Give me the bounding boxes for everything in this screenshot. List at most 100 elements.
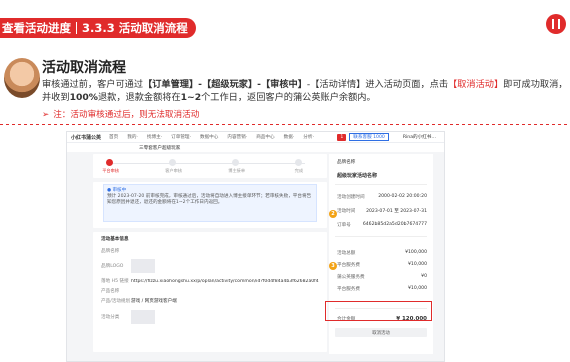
step-label: 客户审核 [165, 168, 183, 173]
order-summary-panel: 品牌名称 超级玩家活动名称 活动创建时间 2000-02-02 20:00:20 … [329, 154, 433, 354]
summary-row: 订单号 6462b85d2a5d20b7674777 [337, 222, 427, 228]
info-key: 活动分类 [101, 315, 120, 320]
desc-part: 审核通过前，客户可通过 [42, 79, 144, 90]
step-dot [169, 159, 176, 166]
progress-steps: 平台审核 客户审核 博主接单 完成 [93, 154, 327, 178]
summary-row: 平台服务费 ¥10,000 [337, 262, 427, 268]
step-badge-2: 2 [329, 210, 337, 218]
desc-path-bold: 【订单管理】-【超级玩家】-【审核中】 [143, 79, 307, 90]
info-row: 品牌名称 [101, 246, 319, 256]
info-key: 品牌名称 [101, 249, 120, 254]
nav-red-button[interactable]: 1 [337, 133, 347, 141]
step-dot-active [106, 159, 113, 166]
summary-key: 活动时间 [337, 209, 356, 214]
subsection-title: 3.3.3 活动取消流程 [82, 21, 188, 35]
info-key: 品牌LOGO [101, 264, 124, 269]
step-badge-3: 3 [329, 262, 337, 270]
mascot-avatar [4, 58, 40, 98]
summary-value: 6462b85d2a5d20b7674777 [362, 222, 427, 227]
summary-row: 活动创建时间 2000-02-02 20:00:20 [337, 194, 427, 200]
category-image-placeholder [131, 310, 155, 324]
nav-item[interactable]: 内容营销· [227, 134, 247, 140]
step-label: 平台审核 [102, 168, 120, 173]
nav-item[interactable]: 分析· [303, 134, 314, 140]
logo-image-placeholder [131, 259, 155, 273]
landing-link[interactable]: https://fizzu.xiaohongshu.xx/p/oplan/act… [131, 279, 319, 284]
desc-part: -【活动详情】 [306, 79, 366, 90]
desc-part: 个工作日，返回客户的蒲公英账户余额内。 [201, 92, 376, 103]
nav-item[interactable]: 数据· [284, 134, 295, 140]
divider [335, 184, 427, 185]
nav-item[interactable]: 订单管理· [171, 134, 191, 140]
slide-header: 查看活动进度 3.3.3 活动取消流程 [0, 0, 570, 44]
summary-value: ¥0 [421, 274, 427, 279]
user-account[interactable]: Rina的小红书… [403, 134, 436, 140]
cancel-activity-button[interactable]: 取消活动 [335, 328, 427, 337]
summary-row: 活动时间 2023-07-01 至 2023-07-31 [337, 208, 427, 214]
description-text: 审核通过前，客户可通过【订单管理】-【超级玩家】-【审核中】-【活动详情】进入活… [42, 78, 570, 104]
info-row: 产品/活动规划 游戏 / 网页游戏客户端 [101, 296, 319, 306]
note-text: 注：活动审核通过后，则无法取消活动 [53, 110, 200, 120]
notice-text: 预计 2023-07-20 前审核完成，审核通过后，活动将自动进入博主接单环节；… [107, 194, 312, 205]
section-title: 查看活动进度 [2, 21, 71, 35]
dashed-divider [0, 124, 570, 125]
breadcrumb-title: 三零套客户超级玩家 [139, 145, 181, 151]
brand-logo-icon [546, 14, 566, 34]
section-title-pill: 查看活动进度 3.3.3 活动取消流程 [0, 18, 196, 38]
summary-value: ¥10,000 [408, 286, 427, 291]
info-key: 落地 H5 链接 [101, 279, 129, 284]
step-label: 完成 [294, 168, 304, 173]
breadcrumb: 三零套客户超级玩家 [67, 143, 444, 152]
summary-value: ¥10,000 [408, 262, 427, 267]
activity-name: 超级玩家活动名称 [337, 173, 378, 179]
steps-track [109, 163, 305, 164]
info-key: 产品/活动规划 [101, 299, 131, 304]
info-value: 游戏 / 网页游戏客户端 [131, 299, 177, 304]
summary-value: ¥100,000 [405, 250, 427, 255]
summary-key: 平台服务费 [337, 263, 360, 268]
summary-row: 平台服务费 ¥10,000 [337, 286, 427, 292]
summary-key: 活动创建时间 [337, 195, 365, 200]
title-separator [76, 22, 77, 34]
summary-key: 订单号 [337, 223, 351, 228]
review-notice: ● 审核中 预计 2023-07-20 前审核完成，审核通过后，活动将自动进入博… [103, 184, 317, 222]
nav-item[interactable]: 找博主· [147, 134, 162, 140]
summary-value: 2023-07-01 至 2023-07-31 [366, 209, 427, 214]
summary-row: 活动总额 ¥100,000 [337, 250, 427, 256]
info-row: 落地 H5 链接 https://fizzu.xiaohongshu.xx/p/o… [101, 276, 319, 286]
app-logo[interactable]: 小红书蒲公英 [71, 134, 101, 141]
contact-support-button[interactable]: 联系客服 1000 [349, 133, 389, 141]
summary-key: 活动总额 [337, 251, 356, 256]
desc-refund-percent: 100% [69, 92, 98, 103]
cancel-button-highlight-box [325, 301, 432, 321]
divider [335, 236, 427, 237]
desc-cancel-highlight: 【取消活动】 [448, 79, 504, 90]
nav-item[interactable]: 首页 [109, 134, 118, 140]
summary-row: 蒲公英服务费 ¥0 [337, 274, 427, 280]
app-screenshot: 小红书蒲公英 首页 我的· 找博主· 订单管理· 数据中心 内容营销· 商品中心… [66, 131, 445, 362]
status-card: ● 审核中 预计 2023-07-20 前审核完成，审核通过后，活动将自动进入博… [93, 182, 327, 228]
summary-value: 2000-02-02 20:00:20 [378, 194, 427, 199]
summary-key: 平台服务费 [337, 287, 360, 292]
brand-name-label: 品牌名称 [337, 160, 356, 165]
info-row: 产品名称 [101, 286, 319, 296]
info-row: 品牌LOGO [101, 256, 319, 276]
info-row: 活动分类 [101, 306, 319, 328]
basic-info-card: 活动基本信息 品牌名称 品牌LOGO 落地 H5 链接 https://fizzu… [93, 232, 327, 352]
content-title: 活动取消流程 [42, 60, 126, 76]
left-column: 平台审核 客户审核 博主接单 完成 ● 审核中 预计 2023-07-20 前审… [93, 154, 327, 356]
step-dot [232, 159, 239, 166]
step-dot [295, 159, 302, 166]
basic-info-title: 活动基本信息 [101, 237, 129, 242]
summary-key: 蒲公英服务费 [337, 275, 365, 280]
desc-days: 1~2 [180, 92, 202, 103]
desc-part: 进入活动页面，点击 [365, 79, 449, 90]
top-nav: 小红书蒲公英 首页 我的· 找博主· 订单管理· 数据中心 内容营销· 商品中心… [67, 132, 444, 143]
note-line: ➢ 注：活动审核通过后，则无法取消活动 [42, 108, 199, 120]
step-label: 博主接单 [228, 168, 246, 173]
nav-item[interactable]: 商品中心 [256, 134, 274, 140]
desc-part: 退款，退款金额将在 [97, 92, 181, 103]
nav-item[interactable]: 我的· [127, 134, 138, 140]
nav-item[interactable]: 数据中心 [200, 134, 218, 140]
arrow-bullet-icon: ➢ [42, 110, 50, 120]
